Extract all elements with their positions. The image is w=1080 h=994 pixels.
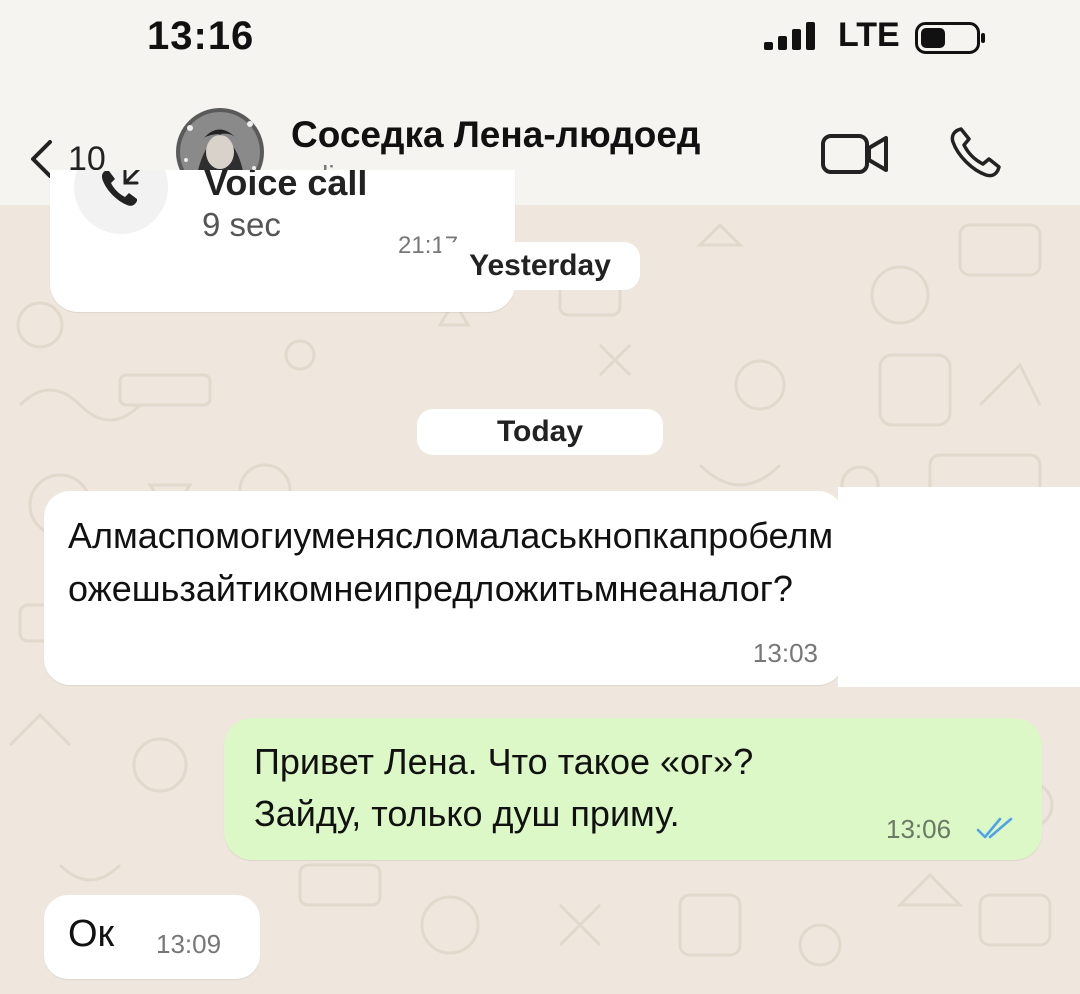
incoming-message[interactable]: Ок 13:09 xyxy=(44,895,260,979)
message-text: Алмаспомогиуменясломаласькнопкапробелмож… xyxy=(68,515,834,609)
video-call-icon[interactable] xyxy=(820,130,890,178)
battery-icon xyxy=(915,22,985,54)
status-bar: 13:16 LTE xyxy=(0,0,1080,80)
redaction-block xyxy=(838,487,1080,687)
call-duration: 9 sec xyxy=(202,206,281,243)
call-icon-circle xyxy=(74,170,168,234)
status-time: 13:16 xyxy=(147,14,255,58)
message-time: 13:09 xyxy=(156,929,222,959)
double-check-icon xyxy=(976,817,1013,839)
date-separator-yesterday: Yesterday xyxy=(440,242,640,290)
message-text: Привет Лена. Что такое «ог»? Зайду, толь… xyxy=(254,736,894,840)
message-line-1: Привет Лена. Что такое «ог»? xyxy=(254,741,754,782)
incoming-call-icon xyxy=(101,170,141,206)
contact-name[interactable]: Соседка Лена-людоед xyxy=(291,114,700,156)
date-separator-today: Today xyxy=(417,409,663,455)
outgoing-message[interactable]: Привет Лена. Что такое «ог»? Зайду, толь… xyxy=(224,718,1042,860)
message-text: Ок xyxy=(68,913,115,955)
phone-icon[interactable] xyxy=(948,124,1004,180)
call-title: Voice call xyxy=(204,170,368,203)
signal-bars-icon xyxy=(764,22,815,50)
message-line-2: Зайду, только душ приму. xyxy=(254,793,680,834)
message-time: 13:06 xyxy=(886,814,952,844)
incoming-message[interactable]: Алмаспомогиуменясломаласькнопкапробелмож… xyxy=(44,491,844,685)
voice-call-bubble[interactable]: Voice call 9 sec 21:17 xyxy=(50,170,515,312)
message-time: 13:03 xyxy=(752,638,818,668)
network-type: LTE xyxy=(838,16,900,54)
